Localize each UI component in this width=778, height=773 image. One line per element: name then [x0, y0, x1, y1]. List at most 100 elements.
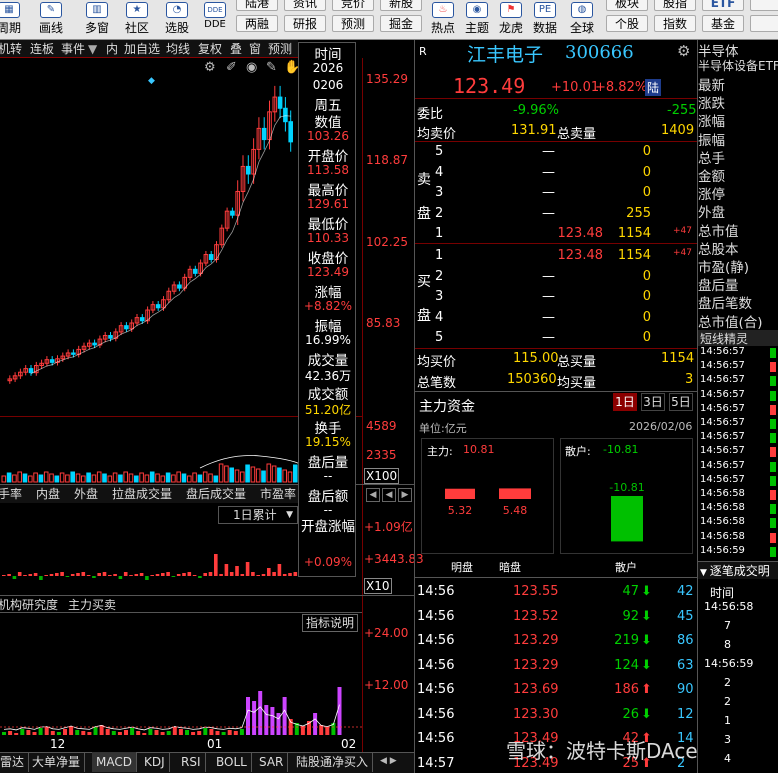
short-line-time[interactable]: 14:56:57: [700, 445, 745, 456]
order-level[interactable]: 1 123.48 1154 +47: [415, 246, 697, 266]
order-level[interactable]: 5—0: [415, 142, 697, 162]
tab-kdj[interactable]: KDJ: [140, 752, 170, 772]
tab-pe[interactable]: 市盈率: [260, 485, 296, 503]
tab-overlay[interactable]: 叠: [230, 40, 242, 58]
tab-radar[interactable]: 雷达: [0, 752, 30, 772]
tab-northbound[interactable]: 陆股通净买入: [292, 752, 374, 772]
gear-icon[interactable]: ⚙: [677, 42, 690, 60]
tick-row[interactable]: 14:56 123.30 26 ⬇ 12: [415, 705, 697, 725]
tab-turn[interactable]: 机转: [0, 40, 22, 58]
period-button[interactable]: ▦ 周期: [0, 0, 24, 40]
etf-button[interactable]: ETF: [702, 0, 744, 11]
tab-sar[interactable]: SAR: [255, 752, 289, 772]
short-line-time[interactable]: 14:56:58: [700, 488, 745, 499]
period-1d[interactable]: 1日: [613, 393, 637, 411]
short-line-time[interactable]: 14:56:57: [700, 403, 745, 414]
stock-picker-button[interactable]: ◔ 选股: [160, 0, 194, 40]
tick-row[interactable]: 14:56 123.55 47 ⬇ 42: [415, 582, 697, 602]
margin-button[interactable]: 两融: [236, 15, 278, 32]
scroll-right-icon[interactable]: ◀: [382, 488, 396, 502]
event-marker-icon[interactable]: ◆: [148, 76, 155, 86]
short-line-time[interactable]: 14:56:57: [700, 474, 745, 485]
community-button[interactable]: ★ 社区: [120, 0, 154, 40]
news-button[interactable]: 资讯: [284, 0, 326, 11]
order-level[interactable]: 2—255: [415, 204, 697, 224]
fund-button[interactable]: 基金: [702, 15, 744, 32]
short-line-time[interactable]: 14:56:57: [700, 417, 745, 428]
tab-forecast[interactable]: 预测: [268, 40, 292, 58]
ipo-button[interactable]: 新股: [380, 0, 422, 11]
order-level[interactable]: 3—0: [415, 183, 697, 203]
multi-window-button[interactable]: ▥ 多窗: [80, 0, 114, 40]
draw-icon[interactable]: ✐: [226, 60, 237, 75]
short-line-time[interactable]: 14:56:59: [700, 545, 745, 556]
forecast-button[interactable]: 预测: [332, 15, 374, 32]
tab-main-trade[interactable]: 主力买卖: [68, 596, 116, 614]
tool-icon[interactable]: ✎: [266, 60, 277, 75]
more-button[interactable]: [750, 0, 778, 11]
short-line-time[interactable]: 14:56:58: [700, 516, 745, 527]
research-button[interactable]: 研报: [284, 15, 326, 32]
tab-inner[interactable]: 内: [106, 40, 118, 58]
sector-button[interactable]: 板块: [606, 0, 648, 11]
index-button[interactable]: 指数: [654, 15, 696, 32]
dde-button[interactable]: DDE DDE: [200, 0, 230, 40]
related-etf[interactable]: 半导体设备ETF: [698, 57, 778, 74]
order-level[interactable]: 1 123.48 1154 +47: [415, 224, 697, 244]
futures-index-button[interactable]: 股指: [654, 0, 696, 11]
more-button-2[interactable]: [750, 15, 778, 32]
order-level[interactable]: 4—0: [415, 163, 697, 183]
draw-line-button[interactable]: ✎ 画线: [34, 0, 68, 40]
indicator-help-button[interactable]: 指标说明: [302, 614, 358, 632]
auction-button[interactable]: 竞价: [332, 0, 374, 11]
tab-boll[interactable]: BOLL: [212, 752, 252, 772]
stock-button[interactable]: 个股: [606, 15, 648, 32]
scroll-left-icon[interactable]: ◀: [366, 488, 380, 502]
settings-icon[interactable]: ⚙: [204, 60, 216, 75]
short-line-time[interactable]: 14:56:57: [700, 360, 745, 371]
tab-pull-vol[interactable]: 拉盘成交量: [112, 485, 172, 503]
dropdown-arrow-icon[interactable]: ▼: [88, 40, 97, 58]
order-level[interactable]: 5—0: [415, 328, 697, 348]
tab-turnover[interactable]: 手率: [0, 485, 22, 503]
tab-ma[interactable]: 均线: [166, 40, 190, 58]
tab-event[interactable]: 事件: [61, 40, 85, 58]
short-line-time[interactable]: 14:56:57: [700, 389, 745, 400]
global-button[interactable]: ◍ 全球: [566, 0, 598, 40]
tab-rsi[interactable]: RSI: [177, 752, 206, 772]
gold-button[interactable]: 掘金: [380, 15, 422, 32]
short-line-time[interactable]: 14:56:57: [700, 431, 745, 442]
eye-icon[interactable]: ◉: [246, 60, 257, 75]
tab-big-order[interactable]: 大单净量: [28, 752, 86, 772]
tab-inst-research[interactable]: 机构研究度: [0, 596, 58, 614]
period-3d[interactable]: 3日: [641, 393, 665, 411]
short-line-time[interactable]: 14:56:57: [700, 374, 745, 385]
short-line-time[interactable]: 14:56:57: [700, 460, 745, 471]
tick-row[interactable]: 14:56 123.29 124 ⬇ 63: [415, 656, 697, 676]
tab-outer-vol[interactable]: 外盘: [74, 485, 98, 503]
scroll-left-icon[interactable]: ◀ ▶: [380, 756, 397, 766]
tick-row[interactable]: 14:56 123.52 92 ⬇ 45: [415, 607, 697, 627]
period-5d[interactable]: 5日: [669, 393, 693, 411]
short-line-time[interactable]: 14:56:58: [700, 502, 745, 513]
short-line-time[interactable]: 14:56:57: [700, 346, 745, 357]
order-level[interactable]: 3—0: [415, 287, 697, 307]
tab-inner-vol[interactable]: 内盘: [36, 485, 60, 503]
dragon-tiger-button[interactable]: ⚑ 龙虎: [496, 0, 526, 40]
scroll-end-icon[interactable]: ▶: [398, 488, 412, 502]
tab-adjust[interactable]: 复权: [198, 40, 222, 58]
tick-row[interactable]: 14:56 123.69 186 ⬆ 90: [415, 680, 697, 700]
tab-add-watch[interactable]: 加自选: [124, 40, 160, 58]
tab-after-vol[interactable]: 盘后成交量: [186, 485, 246, 503]
tick-row[interactable]: 14:56 123.29 219 ⬇ 86: [415, 631, 697, 651]
accum-select[interactable]: 1日累计 ▼: [218, 506, 298, 524]
hotspot-button[interactable]: ♨ 热点: [428, 0, 458, 40]
short-line-time[interactable]: 14:56:58: [700, 531, 745, 542]
tab-macd[interactable]: MACD: [92, 752, 137, 772]
data-button[interactable]: PE 数据: [530, 0, 560, 40]
order-level[interactable]: 2—0: [415, 267, 697, 287]
hk-connect-button[interactable]: 陆港: [236, 0, 278, 11]
tab-limit-up[interactable]: 连板: [30, 40, 54, 58]
theme-button[interactable]: ◉ 主题: [462, 0, 492, 40]
order-level[interactable]: 4—0: [415, 308, 697, 328]
